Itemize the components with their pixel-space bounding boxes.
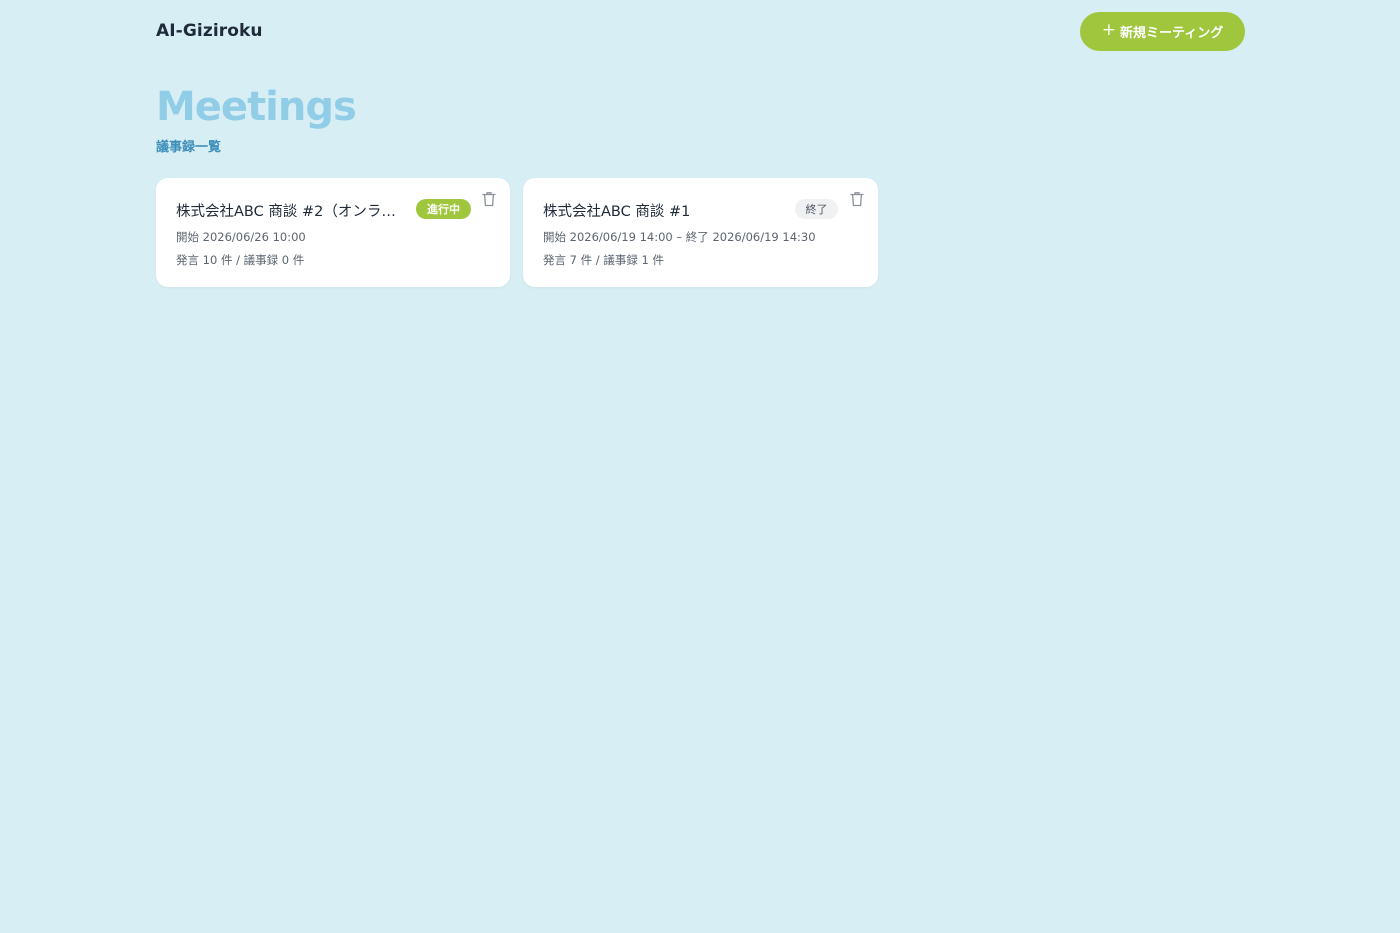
trash-icon[interactable] xyxy=(482,191,496,207)
trash-icon[interactable] xyxy=(850,191,864,207)
meeting-title: 株式会社ABC 商談 #1 xyxy=(543,204,691,220)
meeting-counts: 発言 10 件 / 議事録 0 件 xyxy=(176,253,305,267)
page-title: Meetings xyxy=(156,84,357,130)
app-header: AI-Giziroku + 新規ミーティング xyxy=(156,0,1245,62)
meeting-counts: 発言 7 件 / 議事録 1 件 xyxy=(543,253,664,267)
meeting-title: 株式会社ABC 商談 #2（オンライン） xyxy=(176,204,408,220)
status-badge: 進行中 xyxy=(416,199,471,219)
page-subtitle: 議事録一覧 xyxy=(156,140,222,155)
meeting-time: 開始 2026/06/19 14:00 – 終了 2026/06/19 14:3… xyxy=(543,230,816,244)
meeting-time: 開始 2026/06/26 10:00 xyxy=(176,230,306,244)
app-brand[interactable]: AI-Giziroku xyxy=(156,21,263,41)
status-badge: 終了 xyxy=(795,199,838,219)
plus-icon: + xyxy=(1101,20,1116,40)
new-meeting-label: 新規ミーティング xyxy=(1120,26,1224,41)
new-meeting-button[interactable]: + 新規ミーティング xyxy=(1080,12,1245,51)
meeting-card[interactable]: 株式会社ABC 商談 #1 終了 開始 2026/06/19 14:00 – 終… xyxy=(523,178,878,287)
meeting-card[interactable]: 株式会社ABC 商談 #2（オンライン） 進行中 開始 2026/06/26 1… xyxy=(156,178,510,287)
